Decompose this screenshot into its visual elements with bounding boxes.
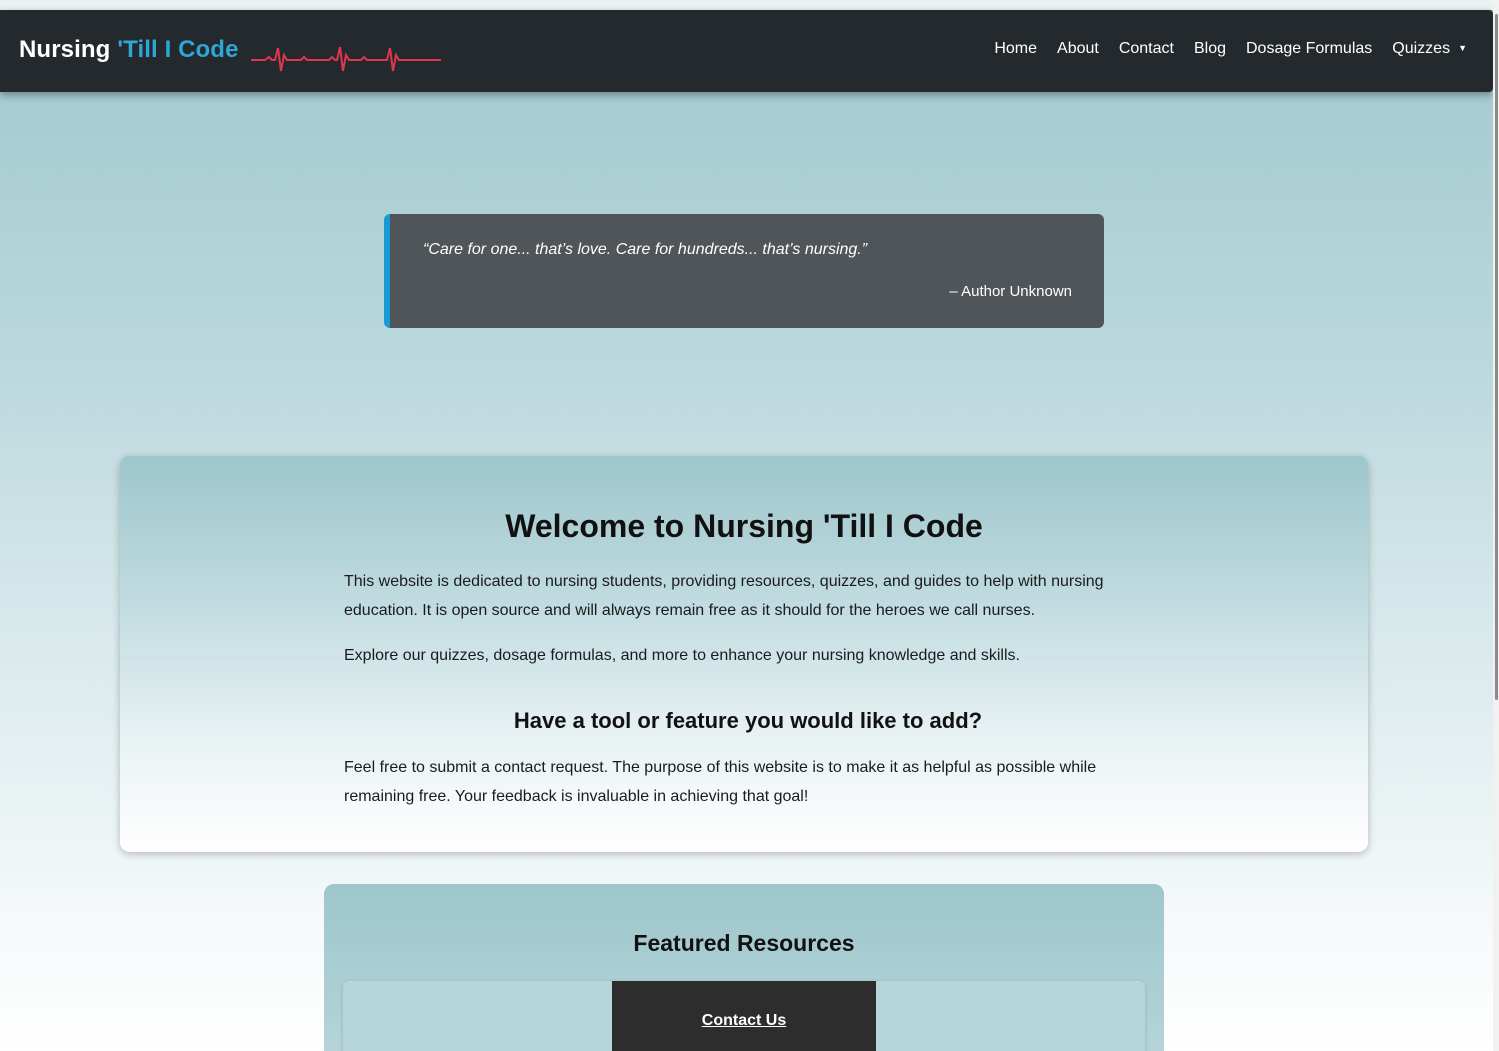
nav-contact-link[interactable]: Contact bbox=[1119, 40, 1174, 58]
featured-resources-section: Featured Resources Contact Us bbox=[324, 884, 1164, 1051]
feature-request-paragraph: Feel free to submit a contact request. T… bbox=[344, 759, 1097, 805]
welcome-paragraph-intro: This website is dedicated to nursing stu… bbox=[344, 573, 1104, 619]
feature-request-heading: Have a tool or feature you would like to… bbox=[513, 708, 983, 733]
welcome-title: Welcome to Nursing 'Till I Code bbox=[505, 508, 983, 544]
browser-top-strip bbox=[0, 0, 1499, 10]
nav-about-link[interactable]: About bbox=[1057, 40, 1099, 58]
quote-author: – Author Unknown bbox=[949, 283, 1072, 300]
nav-blog-link[interactable]: Blog bbox=[1194, 40, 1226, 58]
caret-down-icon: ▼ bbox=[1458, 43, 1467, 53]
featured-resources-list: Contact Us bbox=[343, 981, 1145, 1051]
nav-dosage-formulas-link[interactable]: Dosage Formulas bbox=[1246, 40, 1372, 58]
brand-name-part1: Nursing bbox=[19, 36, 111, 63]
nav-links: Home About Contact Blog Dosage Formulas … bbox=[974, 40, 1467, 58]
page-scrollbar[interactable] bbox=[1493, 0, 1499, 1051]
featured-resources-title: Featured Resources bbox=[633, 930, 855, 956]
quote-text: “Care for one... that’s love. Care for h… bbox=[423, 241, 868, 258]
nav-quizzes-label: Quizzes bbox=[1392, 40, 1451, 57]
contact-resource-card[interactable]: Contact Us bbox=[612, 981, 876, 1051]
contact-us-link[interactable]: Contact Us bbox=[612, 1012, 876, 1030]
nav-quizzes-dropdown[interactable]: Quizzes ▼ bbox=[1392, 40, 1467, 58]
ecg-heartbeat-icon bbox=[251, 46, 441, 72]
top-navbar: Nursing 'Till I Code Home About Contact … bbox=[0, 10, 1493, 92]
scrollbar-thumb[interactable] bbox=[1495, 14, 1498, 700]
nav-home-link[interactable]: Home bbox=[994, 40, 1037, 58]
brand-name-part2: 'Till I Code bbox=[117, 36, 239, 63]
nursing-quote: “Care for one... that’s love. Care for h… bbox=[384, 214, 1104, 328]
welcome-paragraph-explore: Explore our quizzes, dosage formulas, an… bbox=[344, 647, 1020, 664]
welcome-card: Welcome to Nursing 'Till I Code This web… bbox=[120, 456, 1368, 852]
site-brand[interactable]: Nursing 'Till I Code bbox=[19, 36, 239, 64]
